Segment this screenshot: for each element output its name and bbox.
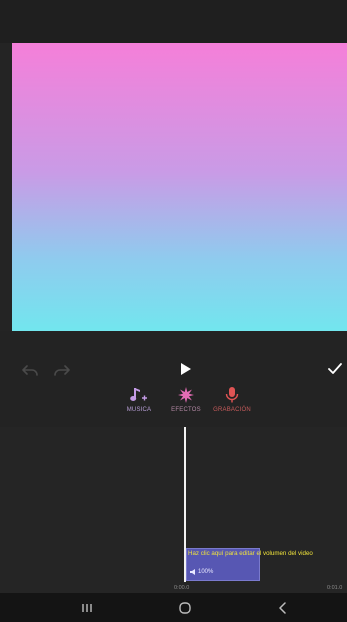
play-button[interactable] (175, 357, 197, 381)
speaker-icon (190, 569, 195, 575)
recent-apps-icon (82, 604, 92, 612)
timeline-start-time: 0:00.0 (174, 585, 190, 591)
music-tool-button[interactable]: MUSICA (122, 387, 156, 413)
clip-volume-indicator: 100% (190, 569, 213, 575)
video-preview[interactable] (12, 43, 347, 331)
timeline-end-time: 0:01.0 (327, 585, 343, 591)
effects-tool-label: EFECTOS (171, 407, 201, 413)
confirm-button[interactable] (324, 357, 346, 381)
home-icon (179, 602, 191, 614)
volume-hint-text[interactable]: Haz clic aquí para editar el volumen del… (188, 550, 313, 557)
video-editor-screen: MUSICA EFECTOS GRABACIÓN 100% Haz clic a… (0, 0, 347, 622)
effects-burst-icon (178, 387, 194, 403)
play-icon (181, 363, 191, 375)
check-icon (328, 363, 342, 374)
microphone-icon (225, 387, 239, 403)
back-button[interactable] (268, 598, 298, 618)
music-note-add-icon (130, 388, 147, 401)
undo-icon (22, 365, 38, 376)
undo-button[interactable] (18, 360, 42, 380)
effects-tool-button[interactable]: EFECTOS (166, 387, 206, 413)
clip-volume-value: 100% (198, 569, 214, 575)
audio-timeline[interactable]: 100% Haz clic aquí para editar el volume… (0, 427, 347, 593)
playhead[interactable] (184, 427, 186, 582)
back-chevron-icon (279, 602, 286, 614)
music-tool-label: MUSICA (126, 407, 152, 413)
home-button[interactable] (170, 598, 200, 618)
audio-tools-bar: MUSICA EFECTOS GRABACIÓN (0, 383, 347, 427)
recording-tool-label: GRABACIÓN (213, 407, 251, 413)
redo-button[interactable] (50, 360, 74, 380)
status-area (0, 0, 347, 43)
system-navigation-bar (0, 593, 347, 622)
redo-icon (54, 365, 70, 376)
recent-apps-button[interactable] (72, 598, 102, 618)
recording-tool-button[interactable]: GRABACIÓN (210, 387, 254, 413)
playback-controls (0, 331, 347, 383)
